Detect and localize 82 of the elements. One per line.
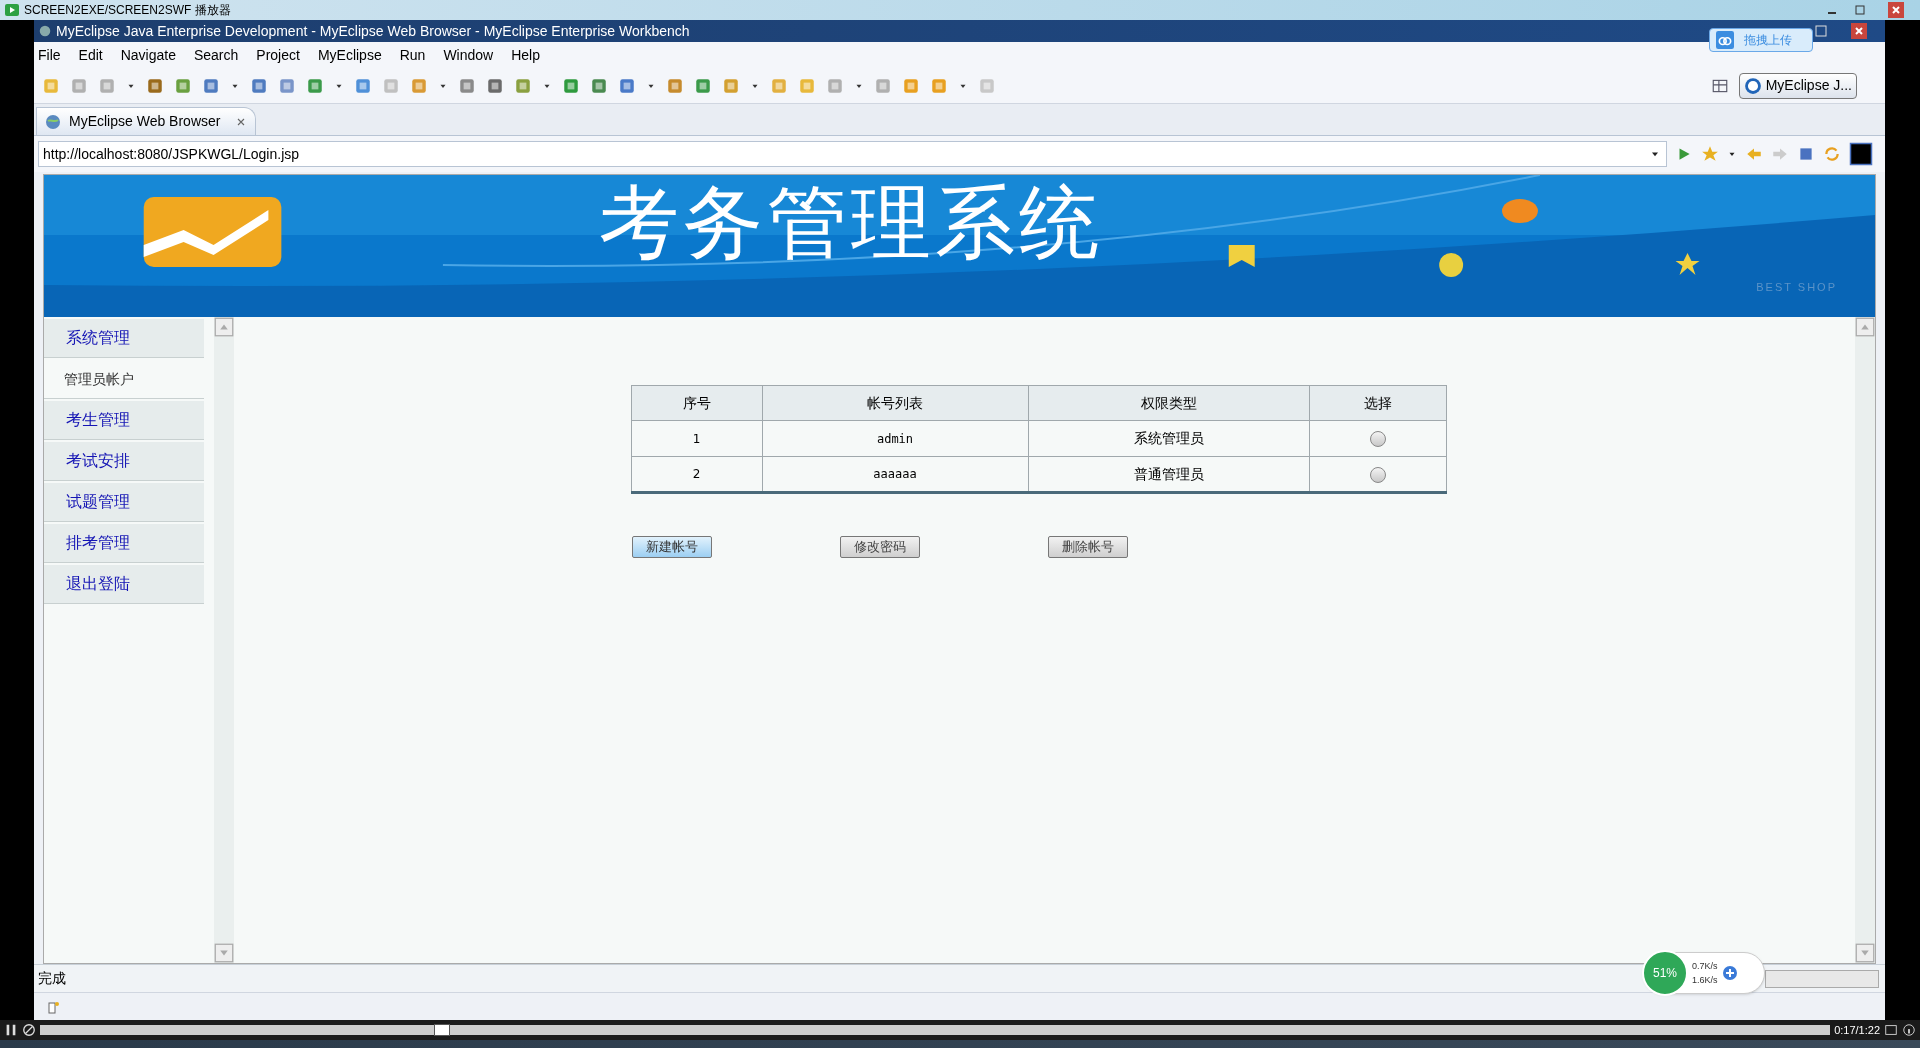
toolbar-icon[interactable] xyxy=(826,76,844,95)
table-cell: 1 xyxy=(631,420,762,457)
toolbar-icon[interactable] xyxy=(722,76,740,95)
table-cell: 2 xyxy=(631,456,762,493)
toolbar-icon[interactable] xyxy=(458,76,476,95)
column-header: 序号 xyxy=(631,385,762,421)
menu-item[interactable]: Search xyxy=(193,44,239,66)
perspective-button[interactable]: MyEclipse J... xyxy=(1738,72,1857,99)
app-icon xyxy=(38,24,52,38)
column-header: 帐号列表 xyxy=(762,385,1028,421)
toolbar-icon[interactable] xyxy=(410,76,428,95)
toolbar-icon[interactable] xyxy=(930,76,948,95)
memory-percent: 51% xyxy=(1642,950,1688,996)
plus-icon[interactable] xyxy=(1721,965,1738,981)
toolbar-icon[interactable] xyxy=(174,76,192,95)
toolbar-icon[interactable] xyxy=(354,76,372,95)
upload-label: 拖拽上传 xyxy=(1744,32,1792,49)
player-logo-icon xyxy=(4,2,20,18)
info-icon[interactable] xyxy=(1902,1023,1916,1037)
radio-button[interactable] xyxy=(1369,466,1386,483)
sidebar-item[interactable]: 排考管理 xyxy=(44,524,204,563)
scroll-up-icon[interactable] xyxy=(214,317,234,337)
menu-item[interactable]: Help xyxy=(511,44,540,66)
banner-title: 考务管理系统 xyxy=(599,183,1103,263)
scroll-down-icon[interactable] xyxy=(1855,943,1875,963)
action-button[interactable]: 删除帐号 xyxy=(1047,536,1128,558)
toolbar-icon[interactable] xyxy=(306,76,324,95)
sidebar-item[interactable]: 考生管理 xyxy=(44,401,204,440)
column-header: 选择 xyxy=(1309,385,1446,421)
menu-item[interactable]: File xyxy=(38,44,61,66)
seek-handle[interactable] xyxy=(433,1024,450,1036)
screen-icon[interactable] xyxy=(1849,142,1873,166)
fullscreen-icon[interactable] xyxy=(1884,1023,1898,1037)
menu-item[interactable]: Window xyxy=(443,44,494,66)
toolbar-icon[interactable] xyxy=(98,76,116,95)
menu-item[interactable]: Edit xyxy=(78,44,103,66)
scroll-down-icon[interactable] xyxy=(214,943,234,963)
browser-tab[interactable]: MyEclipse Web Browser xyxy=(36,107,256,135)
column-header: 权限类型 xyxy=(1028,385,1309,421)
toolbar-icon[interactable] xyxy=(146,76,164,95)
toolbar-icon[interactable] xyxy=(666,76,684,95)
action-button[interactable]: 修改密码 xyxy=(839,536,920,558)
player-time: 0:17/1:22 xyxy=(1834,1022,1880,1038)
globe-icon xyxy=(45,113,61,130)
menu-item[interactable]: Navigate xyxy=(120,44,176,66)
sidebar-item[interactable]: 系统管理 xyxy=(44,319,204,358)
toolbar-icon[interactable] xyxy=(278,76,296,95)
toolbar-icon[interactable] xyxy=(618,76,636,95)
table-cell: admin xyxy=(762,420,1028,457)
sidebar-item[interactable]: 试题管理 xyxy=(44,483,204,522)
table-cell: 系统管理员 xyxy=(1028,420,1309,457)
toolbar-icon[interactable] xyxy=(70,76,88,95)
radio-button[interactable] xyxy=(1369,431,1386,447)
menu-item[interactable]: Run xyxy=(399,44,426,66)
status-text: 完成 xyxy=(38,969,66,988)
menu-item[interactable]: Project xyxy=(256,44,300,66)
scroll-up-icon[interactable] xyxy=(1855,317,1875,337)
upload-speed: 0.7K/s xyxy=(1692,960,1718,973)
toolbar-icon[interactable] xyxy=(514,76,532,95)
toolbar-icon[interactable] xyxy=(694,76,712,95)
toolbar-icon[interactable] xyxy=(562,76,580,95)
banner-tagline: BEST SHOP xyxy=(1756,279,1837,295)
sidebar-item[interactable]: 考试安排 xyxy=(44,442,204,481)
perspective-logo-icon xyxy=(1743,76,1762,95)
cloud-icon xyxy=(1714,31,1736,49)
menu-item[interactable]: MyEclipse xyxy=(317,44,382,66)
pause-icon[interactable] xyxy=(4,1023,18,1037)
sidebar-item[interactable]: 退出登陆 xyxy=(44,565,204,604)
toolbar-icon[interactable] xyxy=(874,76,892,95)
window-title: MyEclipse Java Enterprise Development - MyEclipse Web Browser - MyEclipse Enterprise Workbench xyxy=(56,21,690,41)
toolbar-icon[interactable] xyxy=(202,76,220,95)
toolbar-icon[interactable] xyxy=(250,76,268,95)
refresh-icon[interactable] xyxy=(1823,145,1841,163)
stop-icon[interactable] xyxy=(22,1023,36,1037)
player-title: SCREEN2EXE/SCREEN2SWF 播放器 xyxy=(24,2,231,19)
favorite-star-icon[interactable] xyxy=(1701,145,1719,163)
action-button[interactable]: 新建帐号 xyxy=(631,536,712,558)
toolbar-icon[interactable] xyxy=(486,76,504,95)
toolbar-icon[interactable] xyxy=(590,76,608,95)
toolbar-icon[interactable] xyxy=(902,76,920,95)
download-speed: 1.6K/s xyxy=(1692,974,1718,987)
address-field[interactable]: http://localhost:8080/JSPKWGL/Login.jsp xyxy=(38,141,1667,167)
